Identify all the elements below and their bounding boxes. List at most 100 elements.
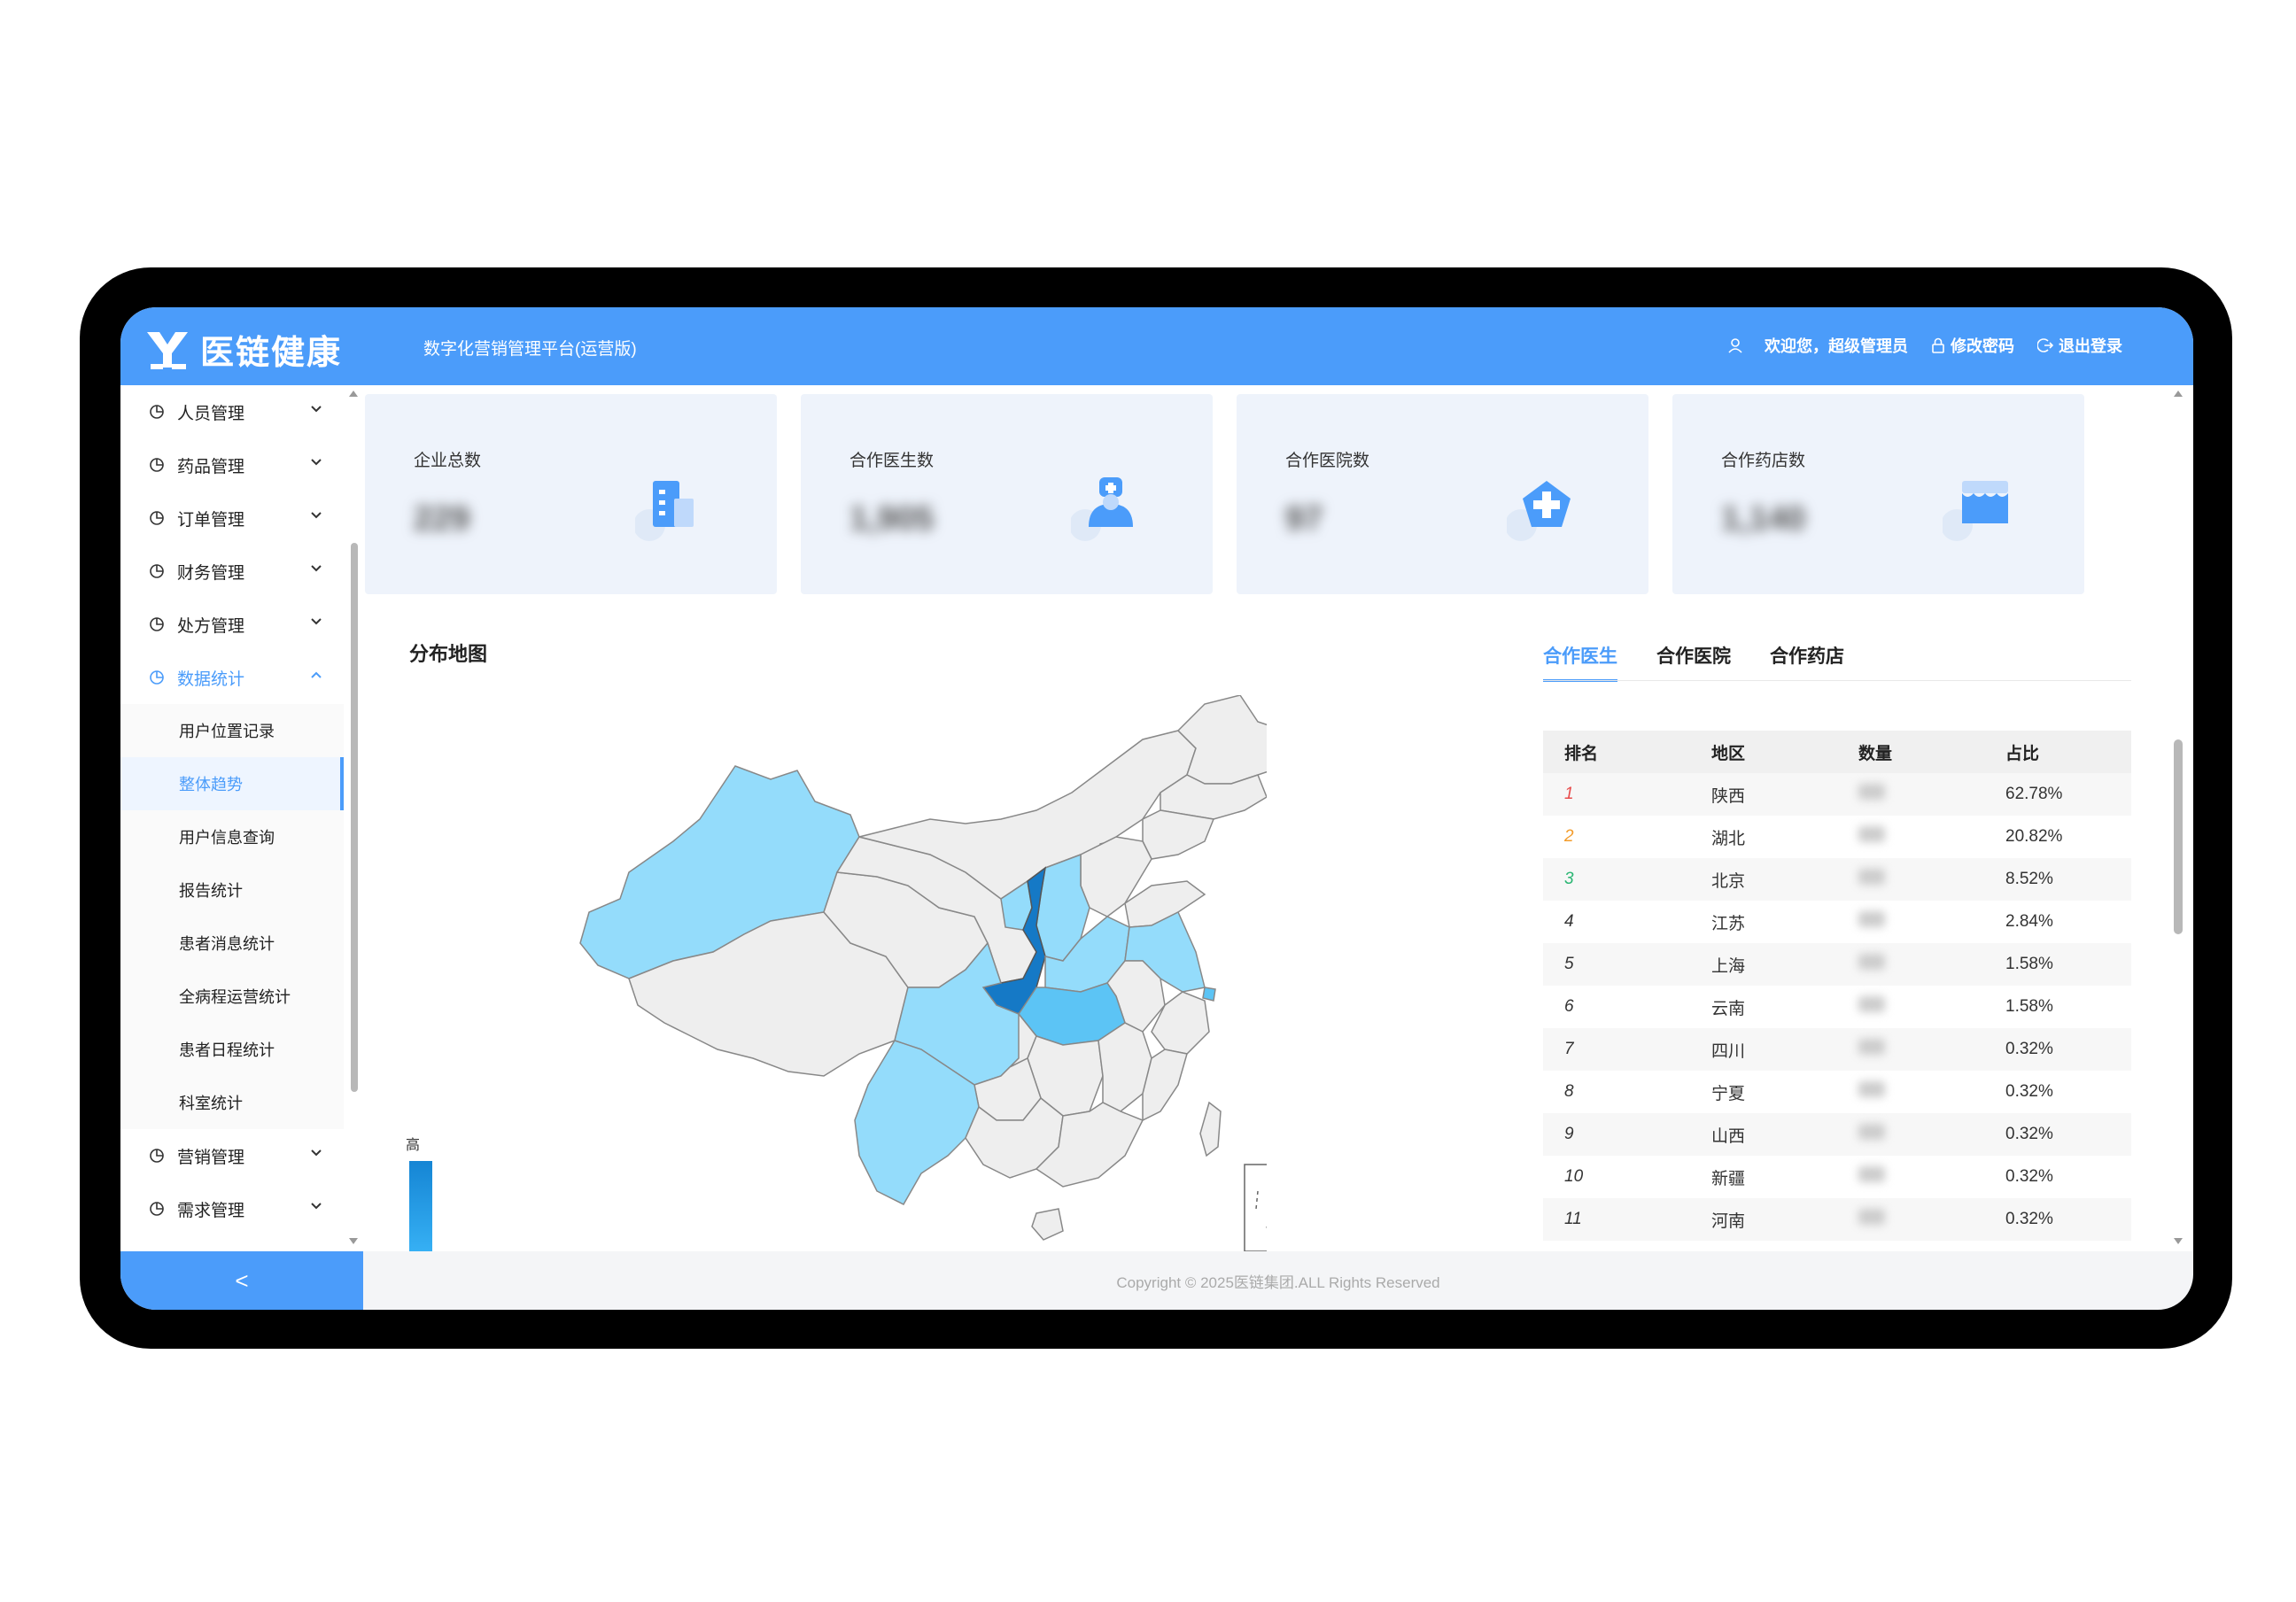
- sidebar-collapse-button[interactable]: <: [120, 1251, 363, 1310]
- share-cell: 1.58%: [2005, 997, 2053, 1016]
- sidebar-item-data-stats[interactable]: 数据统计: [120, 651, 344, 704]
- table-row: 2 湖北 20.82%: [1543, 816, 2131, 858]
- chevron-down-icon: [311, 565, 322, 572]
- share-cell: 0.32%: [2005, 1167, 2053, 1186]
- table-row: 6 云南 1.58%: [1543, 986, 2131, 1028]
- chart-pie-icon: [150, 1202, 164, 1216]
- share-cell: 0.32%: [2005, 1210, 2053, 1228]
- user-welcome[interactable]: 欢迎您，超级管理员: [1727, 334, 1908, 357]
- share-cell: 20.82%: [2005, 827, 2063, 846]
- rank-cell: 2: [1564, 827, 1574, 846]
- scroll-up-icon: [349, 391, 358, 397]
- tab-doctors[interactable]: 合作医生: [1543, 642, 1617, 682]
- sidebar-menu: 人员管理 药品管理 订单管理 财务管理 处方管理 数据统计 用户位置记录 整体趋…: [120, 385, 344, 1235]
- change-password-button[interactable]: 修改密码: [1931, 334, 2014, 357]
- main-scroll-thumb[interactable]: [2174, 739, 2183, 934]
- chart-pie-icon: [150, 564, 164, 578]
- header-actions: 欢迎您，超级管理员 修改密码 退出登录: [1704, 334, 2122, 357]
- sidebar-sub-item-department[interactable]: 科室统计: [120, 1076, 344, 1129]
- tab-hospitals[interactable]: 合作医院: [1656, 642, 1731, 682]
- tab-pharmacies[interactable]: 合作药店: [1770, 642, 1844, 682]
- user-icon: [1728, 338, 1742, 353]
- sidebar-item-marketing[interactable]: 营销管理: [120, 1129, 344, 1182]
- count-cell: [1837, 1081, 1984, 1103]
- sidebar-item-drugs[interactable]: 药品管理: [120, 438, 344, 491]
- sidebar-scroll-thumb[interactable]: [351, 543, 358, 1092]
- sidebar-sub-item-full-course[interactable]: 全病程运营统计: [120, 970, 344, 1023]
- chart-pie-icon: [150, 617, 164, 631]
- rank-cell: 5: [1564, 955, 1574, 973]
- main-scrollbar[interactable]: [2163, 385, 2193, 1251]
- share-cell: 0.32%: [2005, 1040, 2053, 1058]
- category-tabs: 合作医生 合作医院 合作药店: [1543, 642, 1883, 682]
- logo-icon: [147, 331, 188, 369]
- logout-label: 退出登录: [2059, 337, 2122, 355]
- chart-pie-icon: [150, 405, 164, 419]
- share-cell: 2.84%: [2005, 912, 2053, 931]
- blurred-value: [1858, 911, 1885, 927]
- count-cell: [1837, 1124, 1984, 1145]
- region-cell: 新疆: [1711, 1169, 1746, 1188]
- col-rank-header: 排名: [1564, 744, 1599, 763]
- rank-cell: 1: [1564, 785, 1574, 803]
- blurred-value: [1858, 869, 1885, 885]
- rank-cell: 4: [1564, 912, 1574, 931]
- table-row: 10 新疆 0.32%: [1543, 1156, 2131, 1198]
- footer-copyright: Copyright © 2025医链集团.ALL Rights Reserved: [1116, 1273, 1440, 1291]
- sidebar-item-label: 人员管理: [177, 404, 245, 423]
- sidebar-item-personnel[interactable]: 人员管理: [120, 385, 344, 438]
- col-share-header: 占比: [2005, 744, 2040, 763]
- rank-cell: 11: [1564, 1210, 1582, 1228]
- lock-icon: [1932, 337, 1944, 353]
- stat-card-pharmacies: 合作药店数 1,140: [1672, 394, 2084, 594]
- logout-button[interactable]: 退出登录: [2037, 334, 2122, 357]
- ranking-table: 排名 地区 数量 占比 1 陕西 62.78% 2 湖北 20.82% 3 北京 8.52% 4 江…: [1543, 731, 2131, 1241]
- chevron-up-icon: [311, 671, 322, 678]
- region-cell: 山西: [1711, 1126, 1746, 1146]
- sidebar-item-label: 财务管理: [177, 563, 245, 583]
- stat-value: 1,140: [1721, 500, 1806, 538]
- logo-text: 医链健康: [200, 335, 343, 372]
- stat-value: 97: [1285, 500, 1323, 538]
- count-cell: [1837, 869, 1984, 890]
- doctor-icon: [1071, 477, 1133, 541]
- logo[interactable]: 医链健康: [145, 325, 342, 374]
- sidebar-item-demand[interactable]: 需求管理: [120, 1182, 344, 1235]
- region-cell: 上海: [1711, 956, 1746, 976]
- sidebar-sub-item-user-location[interactable]: 用户位置记录: [120, 704, 344, 757]
- table-row: 5 上海 1.58%: [1543, 943, 2131, 986]
- stat-card-doctors: 合作医生数 1,905: [801, 394, 1213, 594]
- chevron-down-icon: [311, 512, 322, 519]
- count-cell: [1837, 1209, 1984, 1230]
- chevron-down-icon: [311, 618, 322, 625]
- sidebar-sub-item-user-info[interactable]: 用户信息查询: [120, 810, 344, 863]
- blurred-value: [1858, 1209, 1885, 1225]
- china-distribution-map[interactable]: [505, 695, 1267, 1251]
- sidebar-item-orders[interactable]: 订单管理: [120, 491, 344, 545]
- app-screen: 医链健康 数字化营销管理平台(运营版) 欢迎您，超级管理员 修改密码 退出登录 …: [120, 307, 2193, 1310]
- blurred-value: [1858, 1081, 1885, 1097]
- count-cell: [1837, 1039, 1984, 1060]
- sidebar-item-finance[interactable]: 财务管理: [120, 545, 344, 598]
- count-cell: [1837, 1166, 1984, 1188]
- sidebar-sub-item-overall-trend[interactable]: 整体趋势: [120, 757, 344, 810]
- sidebar-sub-item-reports[interactable]: 报告统计: [120, 863, 344, 917]
- rank-cell: 8: [1564, 1082, 1574, 1101]
- sidebar-item-label: 需求管理: [177, 1201, 245, 1220]
- submenu-data-stats: 用户位置记录 整体趋势 用户信息查询 报告统计 患者消息统计 全病程运营统计 患…: [120, 704, 344, 1129]
- sidebar-sub-item-patient-schedule[interactable]: 患者日程统计: [120, 1023, 344, 1076]
- stat-card-hospitals: 合作医院数 97: [1237, 394, 1648, 594]
- chevron-down-icon: [311, 406, 322, 413]
- platform-title: 数字化营销管理平台(运营版): [423, 340, 637, 359]
- rank-cell: 6: [1564, 997, 1574, 1016]
- sidebar-scrollbar[interactable]: [347, 385, 360, 1251]
- blurred-value: [1858, 1166, 1885, 1182]
- sidebar-sub-item-patient-messages[interactable]: 患者消息统计: [120, 917, 344, 970]
- table-body: 1 陕西 62.78% 2 湖北 20.82% 3 北京 8.52% 4 江苏 2.84% 5 上海 1.5…: [1543, 773, 2131, 1241]
- sidebar-item-prescriptions[interactable]: 处方管理: [120, 598, 344, 651]
- map-legend-bar[interactable]: [409, 1161, 432, 1251]
- table-row: 4 江苏 2.84%: [1543, 901, 2131, 943]
- map-title: 分布地图: [409, 643, 488, 665]
- map-region-shanghai: [1202, 987, 1216, 1002]
- stat-value: 1,905: [849, 500, 935, 538]
